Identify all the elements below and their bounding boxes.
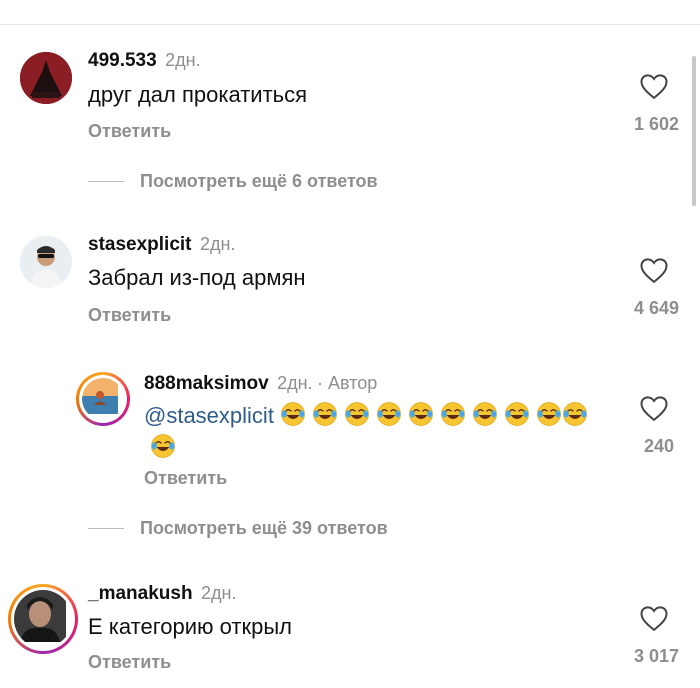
- heart-icon[interactable]: [639, 256, 669, 284]
- like-count: 1 602: [633, 114, 679, 134]
- view-more-replies-1[interactable]: Посмотреть ещё 6 ответов: [88, 171, 378, 192]
- avatar-story-ring[interactable]: [76, 372, 130, 426]
- face-with-tears-of-joy-icon: [313, 402, 337, 426]
- avatar[interactable]: [20, 52, 72, 104]
- face-with-tears-of-joy-icon: [377, 402, 401, 426]
- face-with-tears-of-joy-icon: [537, 402, 561, 426]
- divider-line: [88, 528, 124, 529]
- face-with-tears-of-joy-icon: [563, 402, 587, 426]
- scrollbar[interactable]: [692, 56, 696, 206]
- heart-icon[interactable]: [639, 72, 669, 100]
- heart-icon[interactable]: [639, 604, 669, 632]
- like-count: 240: [643, 436, 674, 456]
- timestamp: 2дн.: [277, 373, 313, 393]
- comment-text: Забрал из-под армян: [88, 265, 306, 290]
- face-with-tears-of-joy-icon: [151, 434, 175, 458]
- reply-button[interactable]: Ответить: [144, 468, 227, 489]
- view-more-label: Посмотреть ещё 39 ответов: [140, 518, 388, 538]
- reply-button[interactable]: Ответить: [88, 305, 171, 326]
- reply-button[interactable]: Ответить: [88, 652, 171, 673]
- top-divider: [0, 24, 700, 25]
- face-with-tears-of-joy-icon: [345, 402, 369, 426]
- comment-text: друг дал прокатиться: [88, 82, 308, 107]
- face-with-tears-of-joy-icon: [441, 402, 465, 426]
- like-count: 3 017: [633, 646, 679, 666]
- timestamp: 2дн.: [199, 234, 236, 254]
- face-with-tears-of-joy-icon: [281, 402, 305, 426]
- heart-icon[interactable]: [639, 394, 669, 422]
- avatar-dark-red-icon: [20, 52, 72, 104]
- avatar-man-hood-icon: [14, 590, 66, 642]
- divider-line: [88, 181, 124, 182]
- author-badge: · Автор: [317, 373, 378, 393]
- username[interactable]: 499.533: [88, 50, 157, 71]
- view-more-replies-2[interactable]: Посмотреть ещё 39 ответов: [88, 518, 388, 539]
- avatar-sea-sunset-icon: [82, 378, 118, 414]
- username[interactable]: stasexplicit: [88, 234, 192, 255]
- timestamp: 2дн.: [201, 583, 237, 603]
- face-with-tears-of-joy-icon: [409, 402, 433, 426]
- username[interactable]: _manakush: [88, 583, 193, 604]
- username[interactable]: 888maksimov: [144, 373, 269, 394]
- avatar-story-ring[interactable]: [8, 584, 78, 654]
- timestamp: 2дн.: [165, 50, 201, 70]
- view-more-label: Посмотреть ещё 6 ответов: [140, 171, 378, 191]
- mention-link[interactable]: @stasexplicit: [144, 403, 274, 428]
- avatar-man-sunglasses-icon: [20, 236, 72, 288]
- comment-text: @stasexplicit: [144, 400, 594, 464]
- face-with-tears-of-joy-icon: [505, 402, 529, 426]
- like-count: 4 649: [633, 298, 679, 318]
- avatar[interactable]: [20, 236, 72, 288]
- reply-button[interactable]: Ответить: [88, 121, 171, 142]
- face-with-tears-of-joy-icon: [473, 402, 497, 426]
- comment-text: Е категорию открыл: [88, 614, 292, 639]
